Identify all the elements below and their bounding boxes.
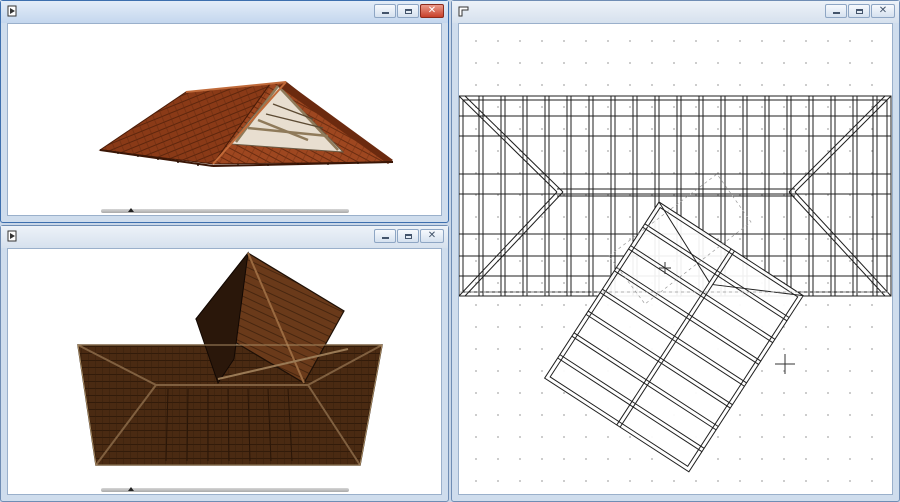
minimize-button[interactable] <box>825 4 847 18</box>
perspective-titlebar[interactable]: ✕ <box>1 1 448 23</box>
plan-titlebar[interactable]: ✕ <box>452 1 899 23</box>
horizontal-scrollbar[interactable] <box>101 209 349 213</box>
maximize-icon <box>404 233 412 239</box>
axonometric-viewport[interactable] <box>7 248 442 495</box>
perspective-window[interactable]: ✕ <box>0 0 449 223</box>
camera-icon[interactable] <box>7 5 19 18</box>
minimize-icon <box>381 237 389 239</box>
floor-plan-icon[interactable] <box>458 5 470 18</box>
close-icon: ✕ <box>878 5 888 16</box>
maximize-button[interactable] <box>397 4 419 18</box>
roof-axonometric-render <box>77 251 383 466</box>
close-icon: ✕ <box>427 5 437 16</box>
minimize-button[interactable] <box>374 4 396 18</box>
close-icon: ✕ <box>427 230 437 241</box>
maximize-icon <box>855 8 863 14</box>
roof-framing-plan <box>459 95 892 473</box>
maximize-button[interactable] <box>397 229 419 243</box>
close-button[interactable]: ✕ <box>420 229 444 243</box>
axonometric-titlebar[interactable]: ✕ <box>1 226 448 248</box>
minimize-icon <box>832 12 840 14</box>
maximize-icon <box>404 8 412 14</box>
minimize-button[interactable] <box>374 229 396 243</box>
close-button[interactable]: ✕ <box>420 4 444 18</box>
plan-viewport[interactable] <box>458 23 893 495</box>
horizontal-scrollbar[interactable] <box>101 488 349 492</box>
perspective-viewport[interactable] <box>7 23 442 216</box>
close-button[interactable]: ✕ <box>871 4 895 18</box>
scroll-arrow-icon[interactable] <box>128 208 134 212</box>
minimize-icon <box>381 12 389 14</box>
roof-perspective-render <box>98 81 394 167</box>
camera-icon[interactable] <box>7 230 19 243</box>
plan-window[interactable]: ✕ <box>451 0 900 502</box>
maximize-button[interactable] <box>848 4 870 18</box>
axonometric-window[interactable]: ✕ <box>0 225 449 502</box>
scroll-arrow-icon[interactable] <box>128 487 134 491</box>
